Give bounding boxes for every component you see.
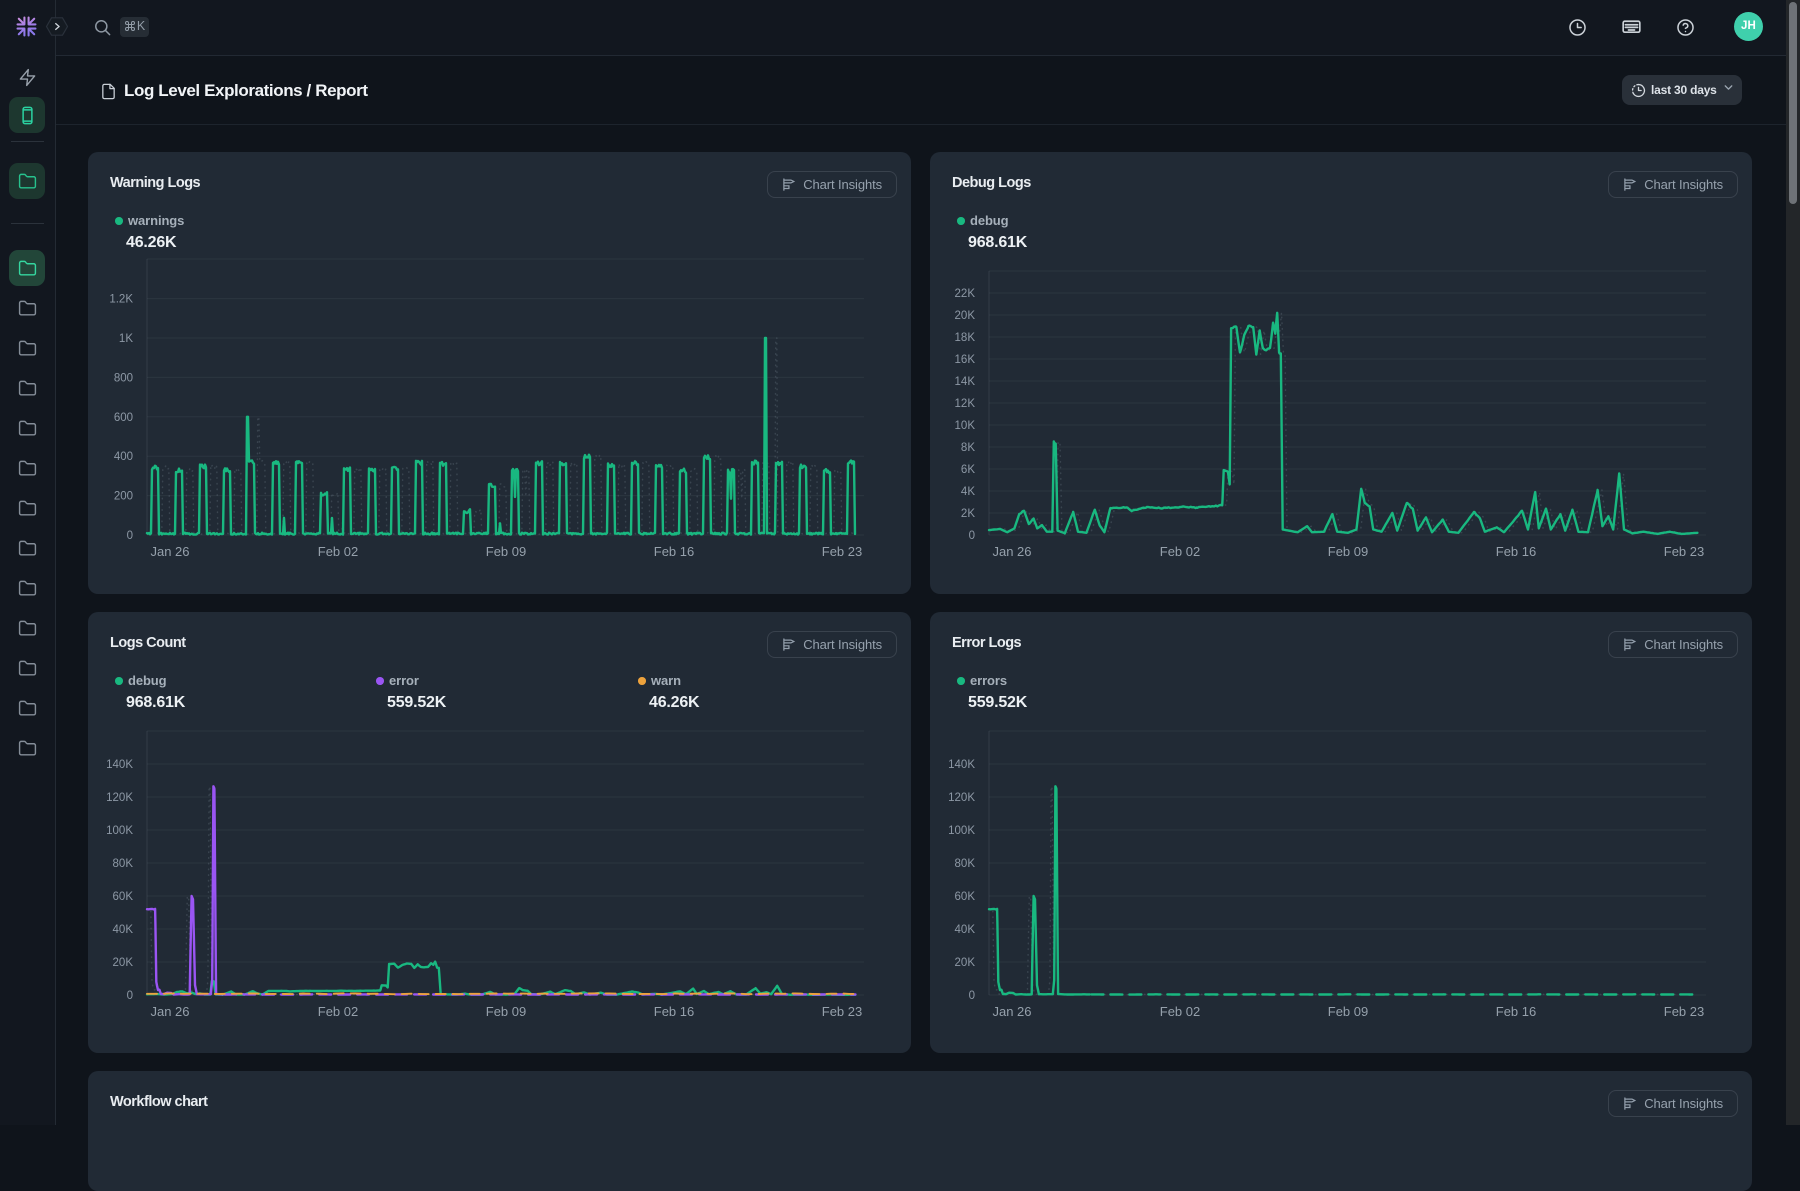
svg-text:Feb 02: Feb 02 [318, 544, 358, 559]
svg-text:8K: 8K [961, 442, 975, 454]
svg-text:22K: 22K [955, 288, 976, 300]
svg-text:100K: 100K [106, 825, 133, 837]
svg-text:60K: 60K [955, 891, 976, 903]
svg-text:16K: 16K [955, 354, 976, 366]
svg-text:Feb 09: Feb 09 [486, 1004, 526, 1019]
svg-text:Feb 16: Feb 16 [1496, 1004, 1536, 1019]
svg-text:80K: 80K [113, 858, 134, 870]
svg-text:400: 400 [114, 451, 133, 463]
svg-text:800: 800 [114, 372, 133, 384]
svg-text:6K: 6K [961, 464, 975, 476]
svg-text:Feb 16: Feb 16 [1496, 544, 1536, 559]
svg-text:Feb 09: Feb 09 [486, 544, 526, 559]
svg-text:1.2K: 1.2K [109, 294, 133, 306]
svg-text:Jan 26: Jan 26 [992, 544, 1031, 559]
svg-text:14K: 14K [955, 376, 976, 388]
svg-text:0: 0 [127, 530, 133, 542]
svg-text:Feb 02: Feb 02 [1160, 1004, 1200, 1019]
svg-text:12K: 12K [955, 398, 976, 410]
svg-text:0: 0 [969, 530, 975, 542]
svg-text:20K: 20K [955, 957, 976, 969]
svg-text:1K: 1K [119, 333, 133, 345]
svg-text:18K: 18K [955, 332, 976, 344]
svg-text:600: 600 [114, 412, 133, 424]
svg-text:4K: 4K [961, 486, 975, 498]
svg-text:Jan 26: Jan 26 [150, 544, 189, 559]
svg-text:Jan 26: Jan 26 [150, 1004, 189, 1019]
svg-text:20K: 20K [955, 310, 976, 322]
svg-text:60K: 60K [113, 891, 134, 903]
svg-text:0: 0 [127, 990, 133, 1002]
svg-text:200: 200 [114, 491, 133, 503]
svg-text:Feb 02: Feb 02 [318, 1004, 358, 1019]
svg-text:20K: 20K [113, 957, 134, 969]
svg-text:Feb 16: Feb 16 [654, 1004, 694, 1019]
svg-text:120K: 120K [948, 792, 975, 804]
svg-text:Feb 23: Feb 23 [1664, 544, 1704, 559]
svg-text:Jan 26: Jan 26 [992, 1004, 1031, 1019]
svg-text:100K: 100K [948, 825, 975, 837]
svg-text:Feb 09: Feb 09 [1328, 1004, 1368, 1019]
svg-text:Feb 23: Feb 23 [1664, 1004, 1704, 1019]
svg-text:80K: 80K [955, 858, 976, 870]
svg-text:40K: 40K [113, 924, 134, 936]
svg-text:Feb 23: Feb 23 [822, 544, 862, 559]
svg-text:2K: 2K [961, 508, 975, 520]
svg-text:Feb 16: Feb 16 [654, 544, 694, 559]
svg-text:Feb 02: Feb 02 [1160, 544, 1200, 559]
svg-text:10K: 10K [955, 420, 976, 432]
svg-text:120K: 120K [106, 792, 133, 804]
svg-text:Feb 23: Feb 23 [822, 1004, 862, 1019]
svg-text:140K: 140K [106, 759, 133, 771]
svg-text:0: 0 [969, 990, 975, 1002]
svg-text:40K: 40K [955, 924, 976, 936]
svg-text:140K: 140K [948, 759, 975, 771]
svg-text:Feb 09: Feb 09 [1328, 544, 1368, 559]
